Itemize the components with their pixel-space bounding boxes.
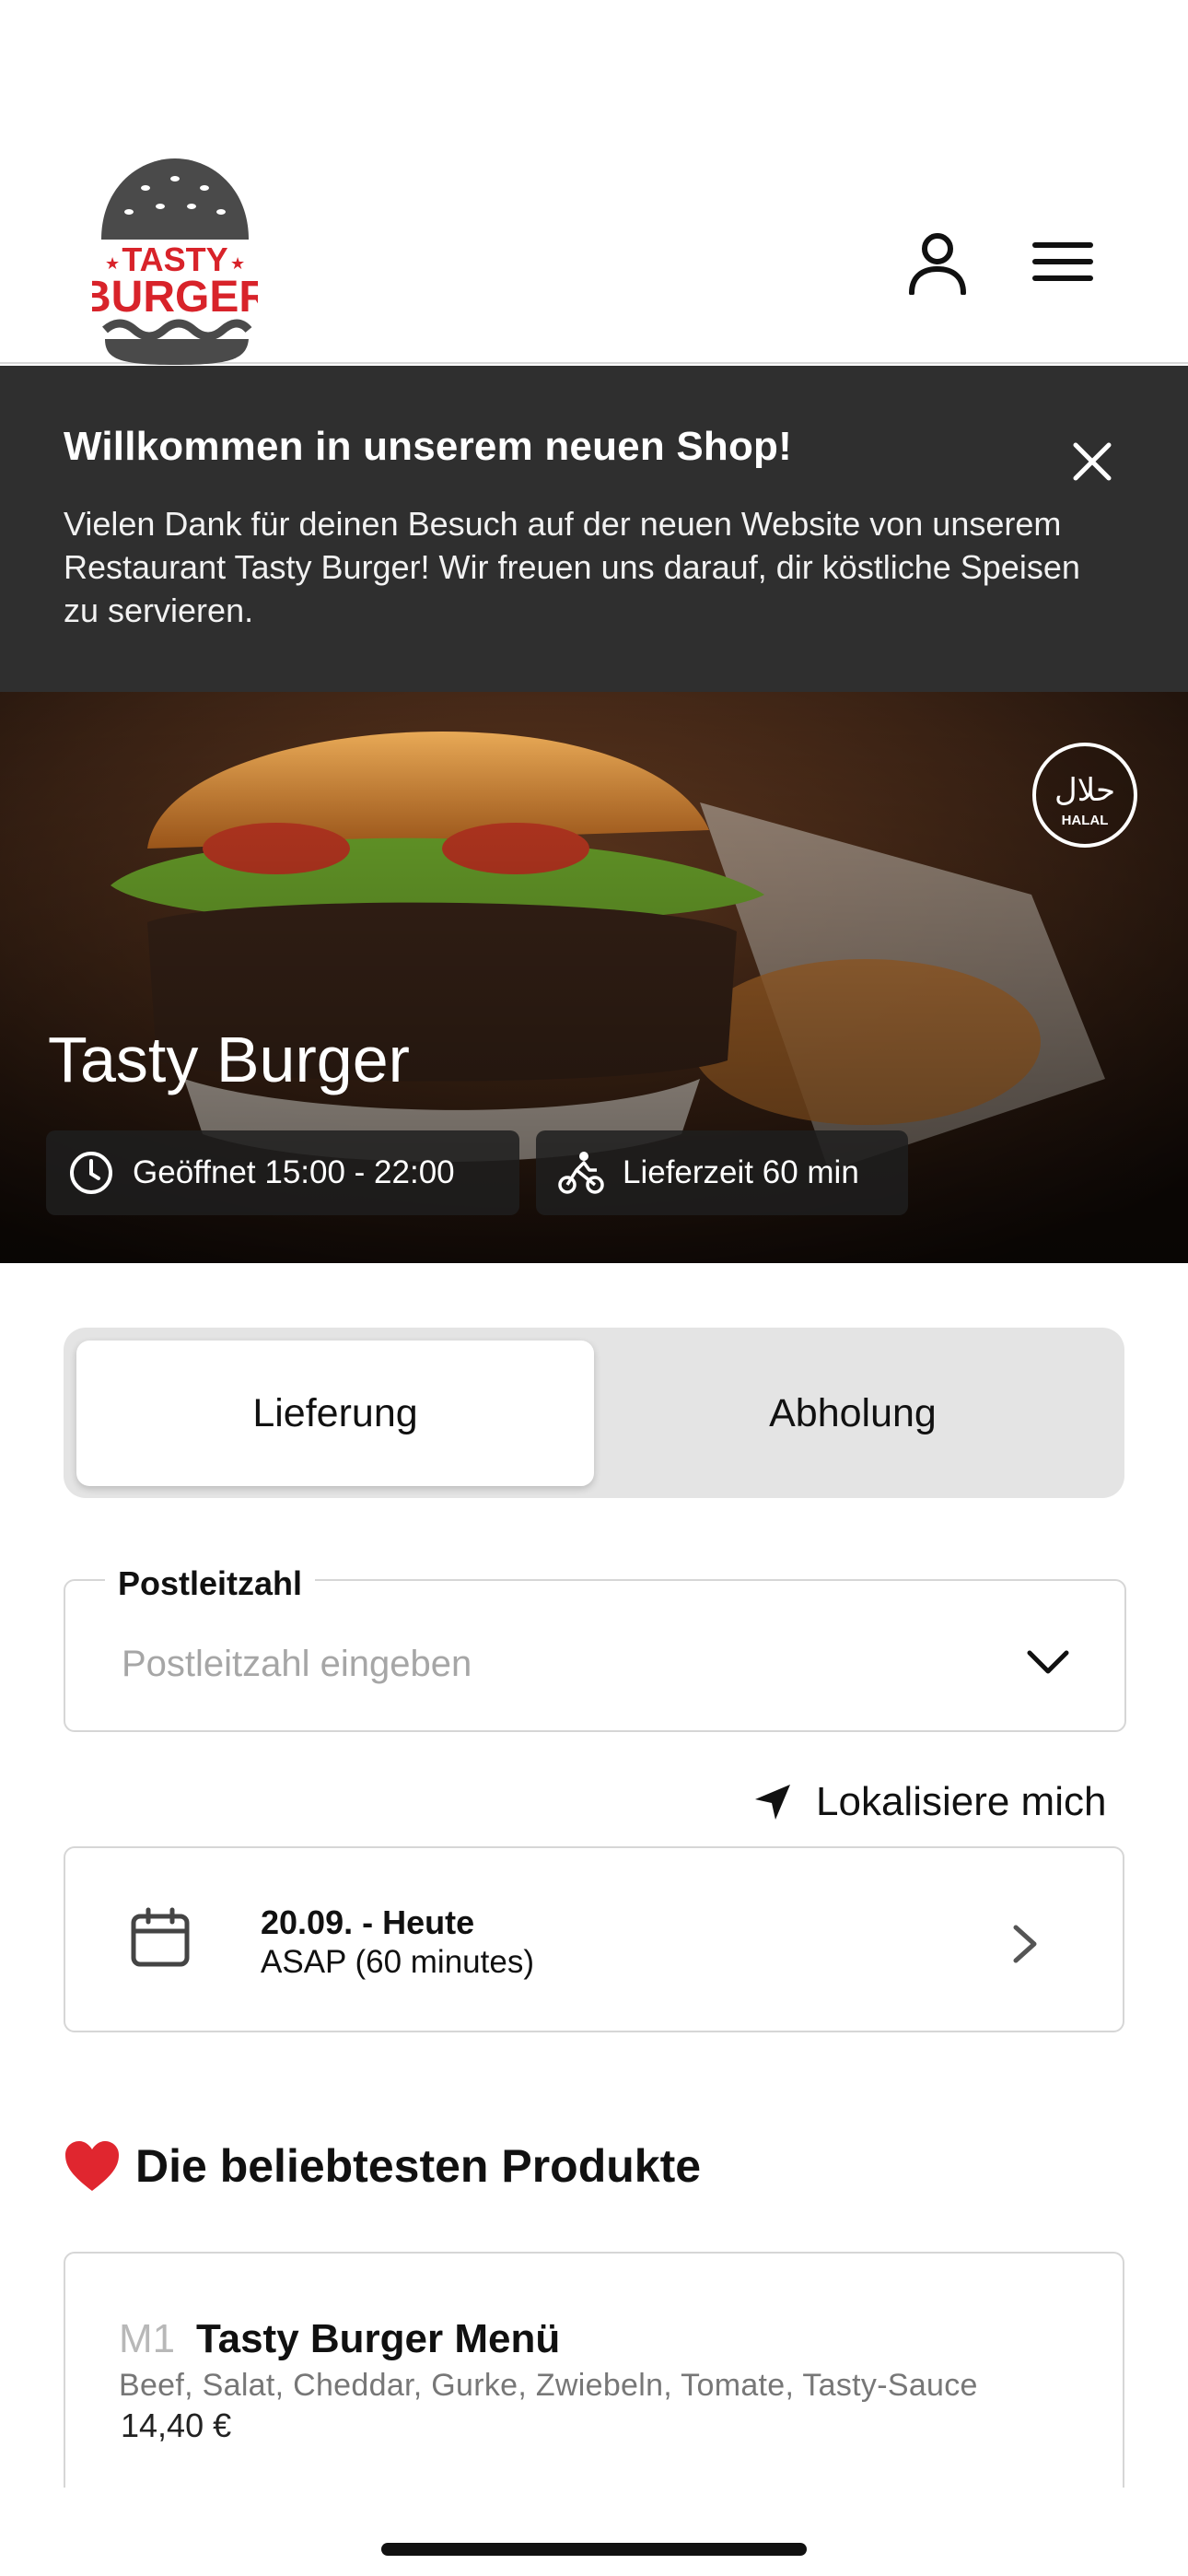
hamburger-menu-icon[interactable] <box>1030 228 1096 295</box>
clock-icon <box>70 1152 112 1194</box>
postcode-input[interactable] <box>122 1638 950 1690</box>
user-icon[interactable] <box>904 228 971 295</box>
home-indicator[interactable] <box>381 2543 807 2556</box>
restaurant-name: Tasty Burger <box>48 1024 410 1095</box>
chevron-down-icon[interactable] <box>1024 1638 1072 1686</box>
locate-me-button[interactable]: Lokalisiere mich <box>753 1774 1106 1830</box>
bottom-safe-area <box>0 2488 1188 2576</box>
halal-badge: حلال HALAL <box>1032 743 1137 848</box>
halal-label: HALAL <box>1062 813 1109 828</box>
product-name: Tasty Burger Menü <box>196 2316 561 2361</box>
halal-arabic-text: حلال <box>1054 772 1115 809</box>
banner-text: Vielen Dank für deinen Besuch auf der ne… <box>64 505 1080 629</box>
tab-abholung[interactable]: Abholung <box>594 1341 1112 1486</box>
product-price: 14,40 € <box>121 2406 232 2444</box>
svg-text:★: ★ <box>105 254 120 273</box>
chevron-right-icon <box>1013 1925 1037 1963</box>
locate-me-label: Lokalisiere mich <box>816 1779 1107 1824</box>
delivery-date: 20.09. - Heute <box>261 1903 475 1941</box>
product-description: Beef, Salat, Cheddar, Gurke, Zwiebeln, T… <box>119 2368 978 2403</box>
location-arrow-icon <box>755 1785 790 1820</box>
close-icon[interactable] <box>1068 438 1116 486</box>
welcome-banner: Willkommen in unserem neuen Shop! Vielen… <box>0 366 1188 692</box>
svg-text:★: ★ <box>230 254 245 273</box>
heart-icon <box>65 2141 119 2191</box>
tasty-burger-logo[interactable]: TASTY ★ ★ BURGER <box>92 155 258 365</box>
postcode-label: Postleitzahl <box>105 1564 316 1603</box>
opening-hours-chip: Geöffnet 15:00 - 22:00 <box>46 1130 519 1215</box>
popular-products-title: Die beliebtesten Produkte <box>135 2140 702 2192</box>
tab-lieferung[interactable]: Lieferung <box>76 1341 594 1486</box>
logo-text-burger: BURGER <box>92 273 258 322</box>
bicycle-courier-icon <box>558 1152 604 1194</box>
site-header: TASTY ★ ★ BURGER <box>0 0 1188 365</box>
opening-hours-text: Geöffnet 15:00 - 22:00 <box>133 1154 455 1190</box>
popular-products-heading: Die beliebtesten Produkte <box>64 2139 701 2193</box>
banner-title: Willkommen in unserem neuen Shop! <box>64 424 792 469</box>
product-code: M1 <box>119 2316 176 2361</box>
delivery-time-text: Lieferzeit 60 min <box>623 1154 859 1190</box>
delivery-time-selector[interactable]: 20.09. - Heute ASAP (60 minutes) <box>64 1846 1124 2032</box>
calendar-icon <box>131 1907 190 1967</box>
order-type-toggle: Lieferung Abholung <box>64 1328 1124 1498</box>
delivery-time: ASAP (60 minutes) <box>261 1944 534 1980</box>
delivery-time-chip: Lieferzeit 60 min <box>536 1130 908 1215</box>
